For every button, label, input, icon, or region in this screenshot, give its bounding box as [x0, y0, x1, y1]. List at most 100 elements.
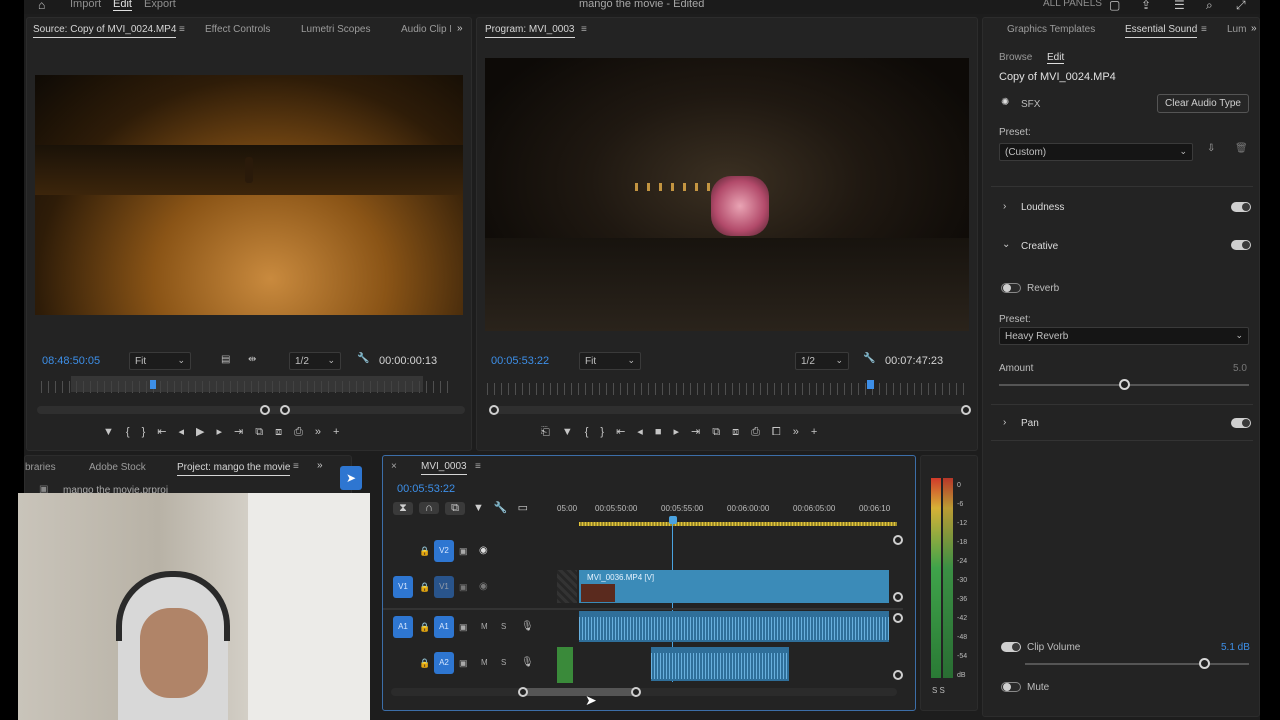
tab-menu-icon[interactable]: ≡	[179, 24, 185, 35]
share-icon[interactable]: ⇪	[1141, 0, 1151, 12]
video-clip[interactable]: MVI_0036.MP4 [V]	[579, 570, 889, 603]
lift-icon[interactable]: ⎗	[541, 426, 550, 439]
extract-clip-icon[interactable]: ⧈	[732, 426, 739, 439]
linked-selection-icon[interactable]: ⧉	[445, 502, 465, 515]
source-playhead[interactable]	[150, 380, 156, 389]
nav-export[interactable]: Export	[144, 0, 176, 10]
add-marker-icon[interactable]: ▼	[562, 426, 573, 438]
more-tabs-icon[interactable]: »	[1251, 23, 1257, 34]
program-timecode[interactable]: 00:05:53:22	[491, 355, 549, 367]
timeline-timecode[interactable]: 00:05:53:22	[397, 483, 455, 495]
sync-lock-icon[interactable]: ▣	[459, 546, 468, 557]
track-v2-target[interactable]: V2	[434, 540, 454, 562]
chevron-right-icon[interactable]: ›	[1003, 201, 1006, 212]
section-pan[interactable]: Pan	[1021, 418, 1039, 429]
fullscreen-icon[interactable]: ⤢	[1236, 0, 1246, 13]
clear-audio-type-button[interactable]: Clear Audio Type	[1157, 94, 1249, 113]
go-to-in-icon[interactable]: ⇤	[157, 425, 166, 438]
close-icon[interactable]: ×	[391, 461, 397, 472]
source-v1-patch[interactable]: V1	[393, 576, 413, 598]
section-creative[interactable]: Creative	[1021, 241, 1058, 252]
lock-icon[interactable]: 🔒	[419, 622, 430, 633]
creative-toggle[interactable]	[1231, 240, 1251, 250]
more-controls-icon[interactable]: »	[793, 426, 799, 438]
clip-volume-slider-thumb[interactable]	[1199, 658, 1211, 669]
tab-program[interactable]: Program: MVI_0003	[485, 24, 575, 38]
track-end-handle[interactable]	[893, 592, 903, 602]
tab-graphics-templates[interactable]: Graphics Templates	[1007, 24, 1095, 35]
eye-icon[interactable]: ◉	[479, 545, 488, 556]
go-to-out-icon[interactable]: ⇥	[234, 425, 243, 438]
go-to-out-icon[interactable]: ⇥	[691, 425, 700, 438]
more-controls-icon[interactable]: »	[315, 426, 321, 438]
insert-clip-icon[interactable]: ⧉	[255, 426, 263, 439]
save-preset-icon[interactable]: ⇩	[1207, 143, 1215, 154]
source-zoom-left-handle[interactable]	[260, 405, 270, 415]
tab-menu-icon[interactable]: ≡	[1201, 24, 1207, 35]
mark-in-icon[interactable]: {	[585, 426, 589, 438]
menu-icon[interactable]: ☰	[1174, 0, 1185, 12]
timeline-ruler[interactable]: 05:00 00:05:50:00 00:05:55:00 00:06:00:0…	[557, 504, 897, 516]
step-forward-icon[interactable]: ▸	[216, 425, 222, 438]
sync-lock-icon[interactable]: ▣	[459, 622, 468, 633]
microphone-icon[interactable]: 🎙	[521, 657, 534, 668]
sync-lock-icon[interactable]: ▣	[459, 582, 468, 593]
lock-icon[interactable]: 🔒	[419, 582, 430, 593]
source-zoom-right-handle[interactable]	[280, 405, 290, 415]
scroll-right-handle[interactable]	[631, 687, 641, 697]
all-panels-button[interactable]: ALL PANELS	[1043, 0, 1102, 9]
mark-out-icon[interactable]: }	[142, 426, 146, 438]
reverb-preset-dropdown[interactable]: Heavy Reverb ⌄	[999, 327, 1249, 345]
program-fit-dropdown[interactable]: Fit ⌄	[579, 352, 641, 370]
snap-icon[interactable]: ∩	[419, 502, 439, 514]
tab-lumetri[interactable]: Lum	[1227, 24, 1246, 35]
audio-clip-a1[interactable]	[579, 611, 889, 642]
source-resolution-dropdown[interactable]: 1/2 ⌄	[289, 352, 341, 370]
solo-track-button[interactable]: S	[501, 658, 506, 667]
insert-icon[interactable]: ⇹	[248, 354, 256, 365]
selection-tool-icon[interactable]: ➤	[340, 466, 362, 490]
play-icon[interactable]: ▶	[196, 425, 204, 438]
export-frame-icon[interactable]: ⎙	[294, 426, 303, 439]
reverb-checkbox[interactable]	[1001, 283, 1021, 293]
go-to-in-icon[interactable]: ⇤	[616, 425, 625, 438]
scroll-left-handle[interactable]	[518, 687, 528, 697]
lock-icon[interactable]: 🔒	[419, 658, 430, 669]
clip-volume-slider[interactable]	[1025, 658, 1249, 669]
settings-icon[interactable]: ▤	[221, 354, 230, 365]
lift-clip-icon[interactable]: ⧉	[712, 426, 720, 439]
export-frame-icon[interactable]: ⎙	[751, 426, 760, 439]
track-a1-target[interactable]: A1	[434, 616, 454, 638]
solo-track-button[interactable]: S	[501, 622, 506, 631]
tab-menu-icon[interactable]: ≡	[581, 24, 587, 35]
preset-dropdown[interactable]: (Custom) ⌄	[999, 143, 1193, 161]
step-back-icon[interactable]: ◂	[178, 425, 184, 438]
track-v1-target[interactable]: V1	[434, 576, 454, 598]
workspaces-icon[interactable]: ▢	[1109, 0, 1120, 12]
track-end-handle[interactable]	[893, 535, 903, 545]
source-a1-patch[interactable]: A1	[393, 616, 413, 638]
wrench-icon[interactable]: 🔧	[357, 353, 369, 364]
source-timecode[interactable]: 08:48:50:05	[42, 355, 100, 367]
program-zoom-scrollbar[interactable]	[491, 406, 967, 414]
source-zoom-scrollbar[interactable]	[37, 406, 465, 414]
home-icon[interactable]: ⌂	[38, 0, 45, 12]
more-tabs-icon[interactable]: »	[457, 23, 463, 34]
amount-slider-thumb[interactable]	[1119, 379, 1130, 390]
wrench-icon[interactable]: 🔧	[863, 353, 875, 364]
lock-icon[interactable]: 🔒	[419, 546, 430, 557]
tab-project[interactable]: Project: mango the movie	[177, 462, 291, 476]
track-end-handle[interactable]	[893, 613, 903, 623]
comparison-view-icon[interactable]: ⧠	[772, 426, 781, 439]
program-time-ruler[interactable]	[487, 383, 969, 395]
microphone-icon[interactable]: 🎙	[521, 621, 534, 632]
track-end-handle[interactable]	[893, 670, 903, 680]
mark-in-icon[interactable]: {	[126, 426, 130, 438]
tab-source[interactable]: Source: Copy of MVI_0024.MP4	[33, 24, 177, 38]
source-in-out-range[interactable]	[71, 376, 423, 392]
timeline-playhead-handle[interactable]	[669, 516, 677, 524]
mute-checkbox[interactable]	[1001, 682, 1021, 692]
sync-lock-icon[interactable]: ▣	[459, 658, 468, 669]
clip-volume-value[interactable]: 5.1 dB	[1221, 642, 1250, 653]
timeline-scroll-thumb[interactable]	[523, 688, 639, 696]
